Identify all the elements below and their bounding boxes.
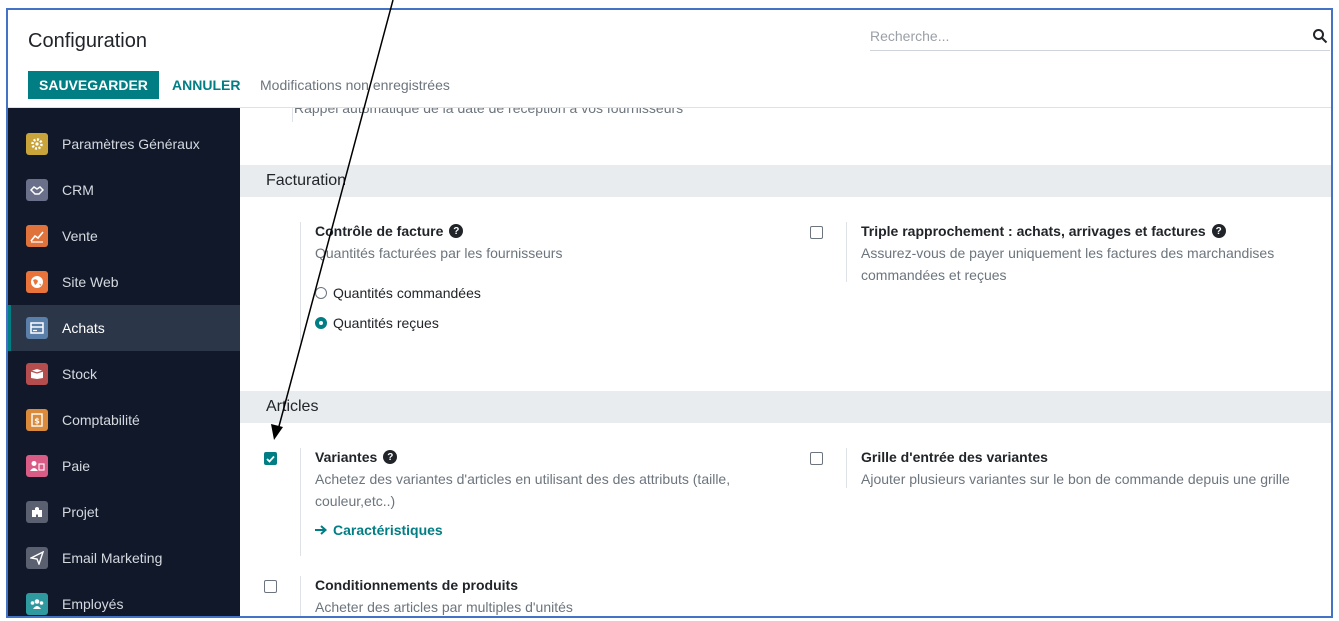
radio-button-selected[interactable] bbox=[315, 317, 327, 329]
sidebar-item-label: Projet bbox=[62, 504, 99, 520]
section-title: Facturation bbox=[266, 172, 347, 189]
section-header-invoicing: Facturation bbox=[240, 165, 1331, 197]
search-icon[interactable] bbox=[1312, 28, 1328, 44]
radio-button[interactable] bbox=[315, 287, 327, 299]
sidebar-item-employees[interactable]: Employés bbox=[8, 581, 240, 616]
sidebar-item-accounting[interactable]: $ Comptabilité bbox=[8, 397, 240, 443]
sidebar-item-label: Comptabilité bbox=[62, 412, 140, 428]
radio-label: Quantités reçues bbox=[333, 315, 439, 331]
setting-body: Contrôle de facture ? Quantités facturée… bbox=[300, 222, 795, 342]
gear-icon bbox=[26, 133, 48, 155]
page-title: Configuration bbox=[28, 30, 147, 52]
checkbox-wrapper[interactable] bbox=[810, 448, 830, 468]
setting-title: Contrôle de facture ? bbox=[315, 222, 795, 240]
section-header-products: Articles bbox=[240, 391, 1331, 423]
checkbox-wrapper[interactable] bbox=[264, 576, 284, 596]
variants-checkbox[interactable] bbox=[264, 452, 277, 465]
setting-description: Quantités facturées par les fournisseurs bbox=[315, 245, 563, 261]
help-icon[interactable]: ? bbox=[1211, 224, 1226, 238]
setting-title: Conditionnements de produits bbox=[315, 576, 795, 594]
setting-body: Variantes ? Achetez des variantes d'arti… bbox=[300, 448, 795, 556]
setting-title-text: Variantes bbox=[315, 449, 378, 465]
svg-text:$: $ bbox=[34, 417, 40, 426]
paper-plane-icon bbox=[26, 547, 48, 569]
radio-received-quantities[interactable]: Quantités reçues bbox=[315, 312, 795, 334]
setting-title-text: Conditionnements de produits bbox=[315, 577, 518, 593]
help-icon[interactable]: ? bbox=[383, 450, 398, 464]
setting-description: Assurez-vous de payer uniquement les fac… bbox=[861, 242, 1331, 286]
check-icon bbox=[266, 455, 275, 463]
control-panel: Configuration SAUVEGARDER ANNULER Modifi… bbox=[8, 10, 1331, 108]
sidebar-item-sales[interactable]: Vente bbox=[8, 213, 240, 259]
setting-description-cut: Rappel automatique de la date de récepti… bbox=[294, 108, 684, 116]
document-icon: $ bbox=[26, 409, 48, 431]
sidebar-item-project[interactable]: Projet bbox=[8, 489, 240, 535]
sidebar-item-crm[interactable]: CRM bbox=[8, 167, 240, 213]
sidebar-item-label: Site Web bbox=[62, 274, 119, 290]
sidebar-item-label: Achats bbox=[62, 320, 105, 336]
setting-body: Grille d'entrée des variantes Ajouter pl… bbox=[846, 448, 1331, 488]
globe-icon bbox=[26, 271, 48, 293]
sidebar-item-label: Paramètres Généraux bbox=[62, 136, 200, 152]
settings-sidebar: Paramètres Généraux CRM Vente Site Web A… bbox=[8, 108, 240, 616]
attributes-link[interactable]: Caractéristiques bbox=[315, 522, 795, 538]
three-way-checkbox[interactable] bbox=[810, 226, 823, 239]
handshake-icon bbox=[26, 179, 48, 201]
desc-line: commandées et reçues bbox=[861, 267, 1007, 283]
setting-title-text: Grille d'entrée des variantes bbox=[861, 449, 1048, 465]
box-icon bbox=[26, 363, 48, 385]
sidebar-item-general-settings[interactable]: Paramètres Généraux bbox=[8, 121, 240, 167]
setting-title-text: Triple rapprochement : achats, arrivages… bbox=[861, 223, 1206, 239]
settings-content: Rappel automatique de la date de récepti… bbox=[240, 108, 1331, 616]
setting-body: Triple rapprochement : achats, arrivages… bbox=[846, 222, 1331, 283]
search-input[interactable] bbox=[870, 24, 1300, 48]
setting-title: Variantes ? bbox=[315, 448, 795, 466]
sidebar-item-label: Vente bbox=[62, 228, 98, 244]
sidebar-item-label: Email Marketing bbox=[62, 550, 163, 566]
cancel-button[interactable]: ANNULER bbox=[172, 71, 240, 99]
card-icon bbox=[26, 317, 48, 339]
setting-title: Grille d'entrée des variantes bbox=[861, 448, 1331, 466]
sidebar-item-label: Stock bbox=[62, 366, 98, 382]
sidebar-item-email-marketing[interactable]: Email Marketing bbox=[8, 535, 240, 581]
search-bar[interactable] bbox=[870, 24, 1330, 51]
save-button[interactable]: SAUVEGARDER bbox=[28, 71, 159, 99]
sidebar-item-label: CRM bbox=[62, 182, 94, 198]
setting-description: Acheter des articles par multiples d'uni… bbox=[315, 599, 573, 615]
desc-line: couleur,etc..) bbox=[315, 493, 396, 509]
sidebar-item-label: Employés bbox=[62, 596, 124, 612]
sidebar-item-inventory[interactable]: Stock bbox=[8, 351, 240, 397]
link-label: Caractéristiques bbox=[333, 522, 443, 538]
chart-icon bbox=[26, 225, 48, 247]
setting-description: Ajouter plusieurs variantes sur le bon d… bbox=[861, 471, 1290, 487]
setting-body: Conditionnements de produits Acheter des… bbox=[300, 576, 795, 616]
section-title: Articles bbox=[266, 398, 319, 415]
radio-label: Quantités commandées bbox=[333, 285, 481, 301]
help-icon[interactable]: ? bbox=[449, 224, 464, 238]
setting-title-text: Contrôle de facture bbox=[315, 223, 444, 239]
sidebar-item-payroll[interactable]: Paie bbox=[8, 443, 240, 489]
radio-ordered-quantities[interactable]: Quantités commandées bbox=[315, 282, 795, 304]
setting-description: Achetez des variantes d'articles en util… bbox=[315, 468, 795, 512]
desc-line: Assurez-vous de payer uniquement les fac… bbox=[861, 245, 1275, 261]
puzzle-icon bbox=[26, 501, 48, 523]
variant-grid-checkbox[interactable] bbox=[810, 452, 823, 465]
people-icon bbox=[26, 455, 48, 477]
team-icon bbox=[26, 593, 48, 615]
sidebar-item-website[interactable]: Site Web bbox=[8, 259, 240, 305]
sidebar-item-label: Paie bbox=[62, 458, 91, 474]
setting-divider bbox=[292, 108, 293, 122]
setting-title: Triple rapprochement : achats, arrivages… bbox=[861, 222, 1331, 240]
checkbox-wrapper[interactable] bbox=[264, 448, 284, 468]
sidebar-item-purchase[interactable]: Achats bbox=[8, 305, 240, 351]
checkbox-wrapper[interactable] bbox=[810, 222, 830, 242]
desc-line: Achetez des variantes d'articles en util… bbox=[315, 471, 731, 487]
app-window: Configuration SAUVEGARDER ANNULER Modifi… bbox=[6, 8, 1333, 618]
unsaved-changes-text: Modifications non enregistrées bbox=[260, 77, 450, 93]
arrow-right-icon bbox=[315, 525, 327, 535]
packaging-checkbox[interactable] bbox=[264, 580, 277, 593]
